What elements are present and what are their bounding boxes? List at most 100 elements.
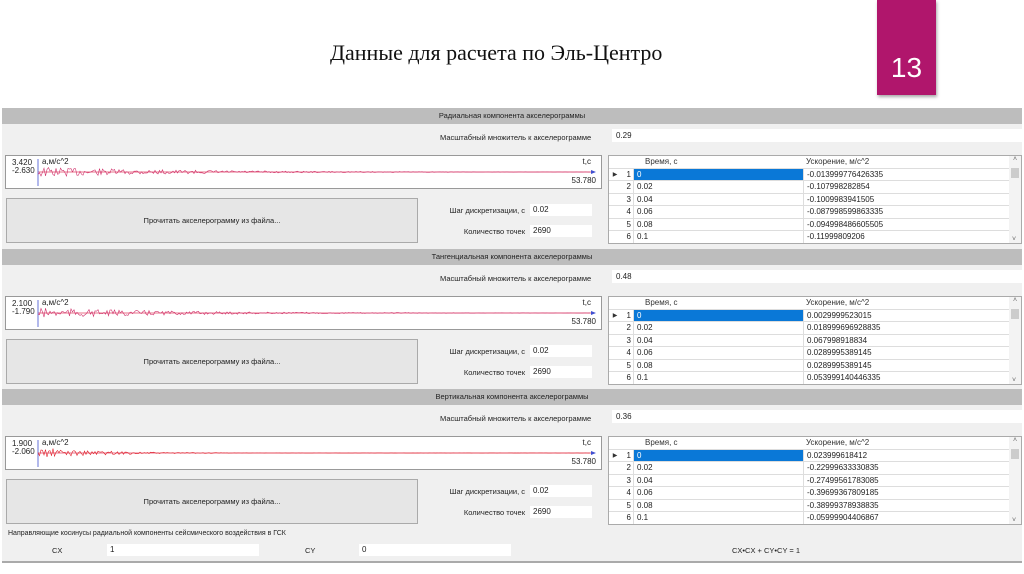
accel-cell[interactable]: -0.11999809206	[803, 231, 1008, 243]
scroll-up-icon[interactable]: ˄	[1013, 156, 1017, 163]
accel-cell[interactable]: 0.023999618412	[803, 449, 1008, 461]
accel-cell[interactable]: 0.0289995389145	[803, 347, 1008, 359]
x-axis-arrow-icon	[591, 451, 596, 455]
accel-cell[interactable]: -0.107998282854	[803, 181, 1008, 193]
col-time-header[interactable]: Время, с	[633, 437, 803, 449]
scroll-down-icon[interactable]: ˅	[1012, 377, 1016, 384]
data-table[interactable]: Время, с Ускорение, м/с^2 ▶ 1 0 0.023999…	[608, 436, 1022, 525]
table-row[interactable]: 3 0.04 0.067998918834	[609, 334, 1021, 347]
row-number: 3	[626, 475, 631, 485]
scale-input[interactable]: 0.48	[612, 270, 1024, 283]
time-cell[interactable]: 0	[633, 168, 803, 180]
cy-input[interactable]: 0	[359, 544, 511, 556]
accel-cell[interactable]: -0.27499561783085	[803, 474, 1008, 486]
col-time-header[interactable]: Время, с	[633, 297, 803, 309]
accel-cell[interactable]: -0.39699367809185	[803, 487, 1008, 499]
row-number: 6	[626, 232, 631, 241]
table-row[interactable]: 4 0.06 -0.087998599863335	[609, 206, 1021, 219]
step-label: Шаг дискретизации, с	[449, 487, 525, 496]
col-accel-header[interactable]: Ускорение, м/с^2	[803, 297, 1008, 309]
scroll-down-icon[interactable]: ˅	[1012, 236, 1016, 243]
time-cell[interactable]: 0.06	[633, 206, 803, 218]
accel-cell[interactable]: -0.013999776426335	[803, 168, 1008, 180]
accel-cell[interactable]: -0.22999633330835	[803, 462, 1008, 474]
row-pointer-icon	[609, 475, 621, 487]
scroll-up-icon[interactable]: ˄	[1013, 437, 1017, 444]
table-row[interactable]: 3 0.04 -0.1009983941505	[609, 193, 1021, 206]
table-scrollbar[interactable]: ˄ ˅	[1009, 156, 1021, 243]
row-pointer-icon	[609, 500, 621, 512]
accel-cell[interactable]: -0.087998599863335	[803, 206, 1008, 218]
time-cell[interactable]: 0	[633, 449, 803, 461]
x-axis-arrow-icon	[591, 170, 596, 174]
count-input[interactable]: 2690	[530, 366, 592, 378]
scroll-up-icon[interactable]: ˄	[1013, 297, 1017, 304]
time-cell[interactable]: 0.06	[633, 487, 803, 499]
table-row[interactable]: 6 0.1 -0.05999904406867	[609, 512, 1021, 524]
accel-cell[interactable]: 0.067998918834	[803, 334, 1008, 346]
time-cell[interactable]: 0.04	[633, 474, 803, 486]
scroll-down-icon[interactable]: ˅	[1012, 517, 1016, 524]
data-table[interactable]: Время, с Ускорение, м/с^2 ▶ 1 0 -0.01399…	[608, 155, 1022, 244]
time-cell[interactable]: 0.08	[633, 499, 803, 511]
accel-cell[interactable]: 0.0029999523015	[803, 309, 1008, 321]
scale-input[interactable]: 0.36	[612, 410, 1024, 423]
read-file-button[interactable]: Прочитать акселерограмму из файла...	[6, 339, 418, 384]
accel-cell[interactable]: 0.018999696928835	[803, 322, 1008, 334]
step-input[interactable]: 0.02	[530, 345, 592, 357]
read-file-button[interactable]: Прочитать акселерограмму из файла...	[6, 198, 418, 243]
table-row[interactable]: ▶ 1 0 -0.013999776426335	[609, 168, 1021, 181]
col-accel-header[interactable]: Ускорение, м/с^2	[803, 156, 1008, 168]
table-row[interactable]: ▶ 1 0 0.023999618412	[609, 449, 1021, 462]
waveform-plot	[37, 300, 596, 327]
table-row[interactable]: 2 0.02 0.018999696928835	[609, 322, 1021, 335]
row-pointer-icon	[609, 219, 621, 231]
time-cell[interactable]: 0.04	[633, 193, 803, 205]
time-cell[interactable]: 0.04	[633, 334, 803, 346]
accel-cell[interactable]: -0.1009983941505	[803, 193, 1008, 205]
time-cell[interactable]: 0.1	[633, 372, 803, 384]
component-section: Тангенциальная компонента акселерограммы…	[2, 249, 1024, 389]
table-row[interactable]: 4 0.06 0.0289995389145	[609, 347, 1021, 360]
time-cell[interactable]: 0	[633, 309, 803, 321]
time-cell[interactable]: 0.1	[633, 231, 803, 243]
count-input[interactable]: 2690	[530, 225, 592, 237]
accel-cell[interactable]: 0.0289995389145	[803, 359, 1008, 371]
time-cell[interactable]: 0.02	[633, 462, 803, 474]
step-input[interactable]: 0.02	[530, 204, 592, 216]
table-row[interactable]: 6 0.1 0.053999140446335	[609, 372, 1021, 384]
table-row[interactable]: 3 0.04 -0.27499561783085	[609, 474, 1021, 487]
table-scrollbar[interactable]: ˄ ˅	[1009, 437, 1021, 524]
col-time-header[interactable]: Время, с	[633, 156, 803, 168]
table-row[interactable]: 5 0.08 0.0289995389145	[609, 359, 1021, 372]
step-input[interactable]: 0.02	[530, 485, 592, 497]
row-number: 1	[626, 450, 631, 460]
cy-label: CY	[305, 546, 316, 555]
time-cell[interactable]: 0.08	[633, 359, 803, 371]
table-scrollbar[interactable]: ˄ ˅	[1009, 297, 1021, 384]
time-cell[interactable]: 0.08	[633, 218, 803, 230]
data-table[interactable]: Время, с Ускорение, м/с^2 ▶ 1 0 0.002999…	[608, 296, 1022, 385]
accel-cell[interactable]: 0.053999140446335	[803, 372, 1008, 384]
table-row[interactable]: 5 0.08 -0.38999378938835	[609, 499, 1021, 512]
table-row[interactable]: 6 0.1 -0.11999809206	[609, 231, 1021, 243]
time-cell[interactable]: 0.02	[633, 322, 803, 334]
col-accel-header[interactable]: Ускорение, м/с^2	[803, 437, 1008, 449]
time-cell[interactable]: 0.06	[633, 347, 803, 359]
table-row[interactable]: ▶ 1 0 0.0029999523015	[609, 309, 1021, 322]
time-cell[interactable]: 0.1	[633, 512, 803, 524]
accelerogram-chart: 2.100 -1.790 a,м/с^2 t,c 53.780	[5, 296, 602, 330]
table-row[interactable]: 2 0.02 -0.107998282854	[609, 181, 1021, 194]
scale-input[interactable]: 0.29	[612, 129, 1024, 142]
table-row[interactable]: 4 0.06 -0.39699367809185	[609, 487, 1021, 500]
time-cell[interactable]: 0.02	[633, 181, 803, 193]
count-input[interactable]: 2690	[530, 506, 592, 518]
accel-cell[interactable]: -0.38999378938835	[803, 499, 1008, 511]
read-file-button[interactable]: Прочитать акселерограмму из файла...	[6, 479, 418, 524]
row-pointer-icon	[609, 322, 621, 334]
accel-cell[interactable]: -0.05999904406867	[803, 512, 1008, 524]
cx-input[interactable]: 1	[107, 544, 259, 556]
accel-cell[interactable]: -0.094998486605505	[803, 218, 1008, 230]
table-row[interactable]: 5 0.08 -0.094998486605505	[609, 218, 1021, 231]
table-row[interactable]: 2 0.02 -0.22999633330835	[609, 462, 1021, 475]
